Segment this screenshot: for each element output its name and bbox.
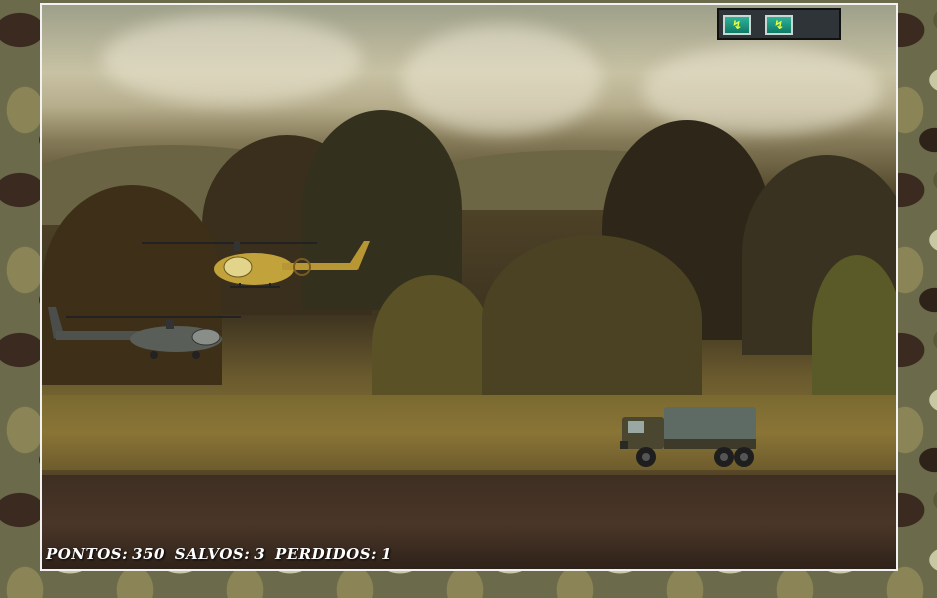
background-tree (812, 255, 896, 405)
lightning-icon: ↯ (723, 15, 751, 35)
background-cloud (102, 15, 362, 105)
background-tree (372, 275, 492, 415)
enemy-helicopter[interactable] (46, 305, 246, 365)
background-cloud (402, 25, 602, 135)
game-canvas[interactable]: ↯ ↯ PONTOS: 350 SALVOS: 3 PERDIDOS: 1 (40, 3, 898, 571)
lightning-icon: ↯ (765, 15, 793, 35)
lost-label: PERDIDOS: (274, 545, 378, 563)
saved-label: SALVOS: (174, 545, 251, 563)
grass-field (42, 395, 896, 470)
background-tree (482, 235, 702, 405)
rescue-truck[interactable] (620, 405, 760, 469)
player-helicopter[interactable] (142, 235, 372, 295)
energy-bar: ↯ ↯ (717, 8, 841, 40)
score-label: PONTOS: (46, 545, 129, 563)
saved-value: 3 (254, 545, 266, 563)
score-value: 350 (132, 545, 165, 563)
score-bar: PONTOS: 350 SALVOS: 3 PERDIDOS: 1 (46, 545, 396, 563)
lost-value: 1 (381, 545, 393, 563)
